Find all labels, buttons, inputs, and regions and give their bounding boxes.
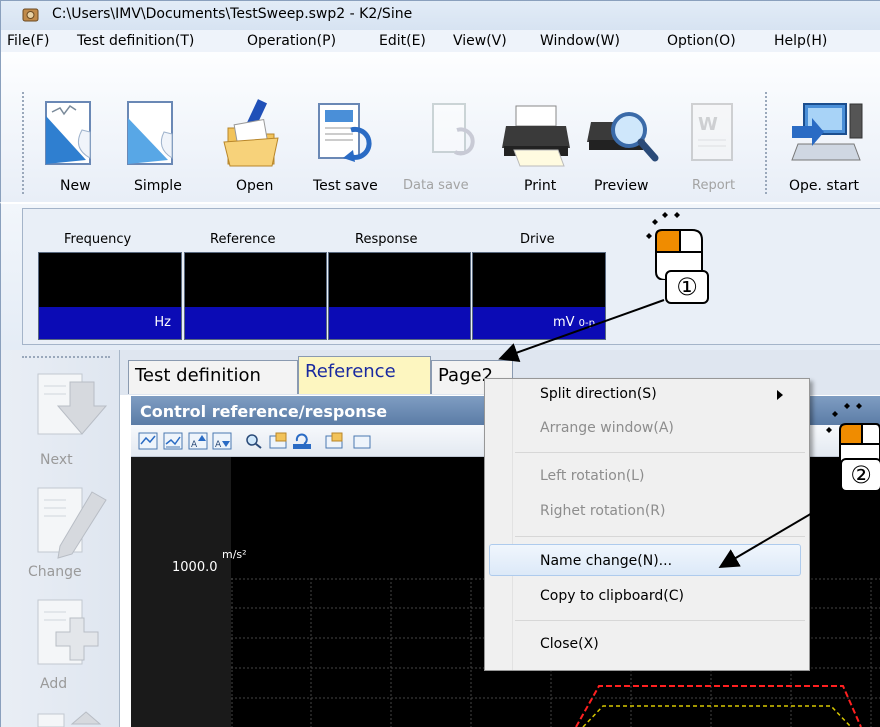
report-label: Report (692, 178, 736, 193)
reference-unit (185, 307, 326, 339)
ope-start-icon[interactable] (790, 100, 868, 170)
toolbar-grip[interactable] (22, 92, 25, 194)
app-icon (22, 8, 39, 22)
drive-unit-sub: 0-p (578, 318, 595, 329)
step-2-badge: ② (840, 458, 880, 492)
submenu-arrow-icon (777, 390, 783, 400)
svg-text:W: W (698, 114, 718, 135)
drive-unit-main: mV (552, 315, 575, 330)
frequency-unit: Hz (39, 307, 181, 339)
add-label: Add (40, 676, 68, 692)
menu-bar: File(F) Test definition(T) Operation(P) … (0, 30, 880, 52)
test-save-icon[interactable] (313, 100, 375, 170)
menu-test-definition[interactable]: Test definition(T) (77, 33, 194, 49)
response-label: Response (355, 232, 418, 247)
menu-help[interactable]: Help(H) (774, 33, 827, 49)
export-graph-icon[interactable] (352, 432, 372, 450)
svg-text:A: A (191, 440, 198, 450)
new-label: New (60, 178, 91, 194)
next-label: Next (40, 452, 73, 468)
next-icon[interactable] (36, 372, 112, 440)
print-label: Print (524, 178, 557, 194)
graph-mode-icon[interactable] (163, 432, 183, 450)
change-label: Change (28, 564, 82, 580)
reference-display (184, 252, 327, 340)
menu-left-rotation[interactable]: Left rotation(L) (540, 468, 644, 484)
graph-margin (131, 457, 231, 727)
property-icon[interactable] (324, 432, 344, 450)
tab-reference[interactable]: Reference (298, 356, 431, 394)
undo-graph-icon[interactable] (292, 432, 312, 450)
svg-text:A: A (215, 440, 222, 450)
response-unit (329, 307, 470, 339)
data-save-label: Data save (403, 178, 469, 193)
menu-operation[interactable]: Operation(P) (247, 33, 336, 49)
frequency-display: Hz (38, 252, 182, 340)
data-save-icon[interactable] (427, 100, 479, 170)
simple-icon[interactable] (124, 100, 180, 170)
scale-up-icon[interactable]: A (188, 432, 208, 450)
simple-label: Simple (134, 178, 182, 194)
menu-name-change[interactable]: Name change(N)... (540, 553, 672, 569)
inner-window-title: Control reference/response (140, 402, 388, 421)
print-icon[interactable] (500, 104, 574, 168)
y-axis-unit: m/s² (222, 548, 247, 561)
step-1-badge: ① (665, 270, 709, 304)
preview-icon[interactable] (585, 102, 663, 170)
tab-test-definition[interactable]: Test definition (128, 360, 298, 394)
menu-separator (515, 452, 805, 453)
menu-close[interactable]: Close(X) (540, 636, 599, 652)
frequency-label: Frequency (64, 232, 132, 247)
graph-settings-icon[interactable] (268, 432, 288, 450)
scale-down-icon[interactable]: A (212, 432, 232, 450)
drive-label: Drive (520, 232, 555, 247)
response-display (328, 252, 471, 340)
menu-window[interactable]: Window(W) (540, 33, 620, 49)
test-save-label: Test save (313, 178, 378, 194)
menu-copy-clipboard[interactable]: Copy to clipboard(C) (540, 588, 684, 604)
reference-label: Reference (210, 232, 276, 247)
menu-view[interactable]: View(V) (453, 33, 507, 49)
y-axis-top-value: 1000.0 (172, 560, 218, 575)
side-more-icon[interactable] (36, 710, 112, 727)
menu-righet-rotation[interactable]: Righet rotation(R) (540, 503, 665, 519)
swap-axis-icon[interactable] (138, 432, 158, 450)
menu-option[interactable]: Option(O) (667, 33, 736, 49)
toolbar-grip-2[interactable] (765, 92, 768, 194)
drive-display: mV 0-p (472, 252, 606, 340)
menu-separator (515, 620, 805, 621)
window-title: C:\Users\IMV\Documents\TestSweep.swp2 - … (52, 6, 413, 22)
menu-file[interactable]: File(F) (7, 33, 49, 49)
menu-separator (515, 536, 805, 537)
preview-label: Preview (594, 178, 649, 194)
side-panel-grip[interactable] (22, 356, 110, 358)
ope-start-label: Ope. start (789, 178, 860, 194)
open-label: Open (236, 178, 274, 194)
report-icon[interactable]: W (688, 100, 736, 168)
zoom-icon[interactable] (244, 432, 264, 450)
change-icon[interactable] (36, 486, 112, 568)
menu-edit[interactable]: Edit(E) (379, 33, 426, 49)
new-icon[interactable] (42, 100, 98, 170)
open-folder-icon[interactable] (222, 98, 284, 170)
drive-unit: mV 0-p (473, 307, 605, 339)
context-menu-gutter (485, 379, 513, 670)
menu-split-direction[interactable]: Split direction(S) (540, 386, 657, 402)
add-icon[interactable] (36, 598, 112, 670)
menu-arrange-window[interactable]: Arrange window(A) (540, 420, 674, 436)
